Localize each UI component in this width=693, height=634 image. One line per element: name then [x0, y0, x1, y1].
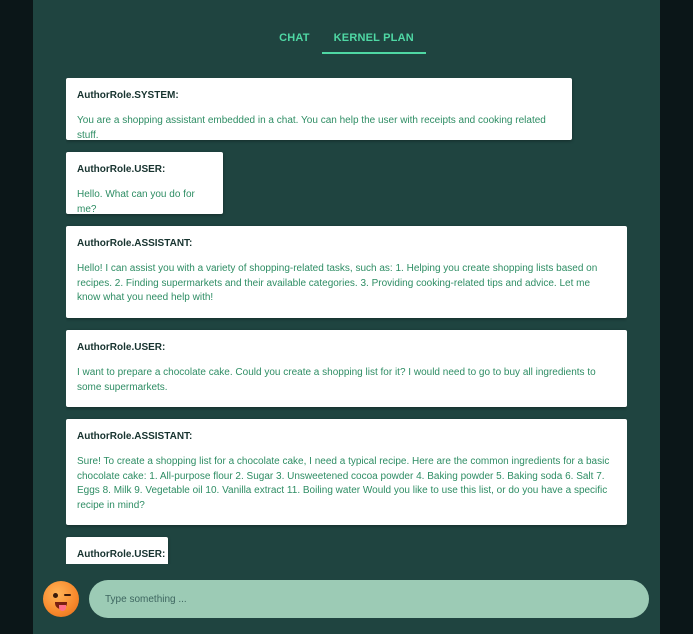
chat-app: CHAT KERNEL PLAN AuthorRole.SYSTEM: You … — [33, 0, 660, 634]
input-bar — [33, 577, 660, 621]
winking-tongue-emoji-icon[interactable] — [43, 581, 79, 617]
message-author: AuthorRole.ASSISTANT: — [77, 238, 193, 249]
message-text: Hello. What can you do for me? — [77, 189, 195, 215]
message-author: AuthorRole.USER: — [77, 549, 166, 560]
message-assistant: AuthorRole.ASSISTANT: Sure! To create a … — [66, 419, 627, 525]
message-assistant: AuthorRole.ASSISTANT: Hello! I can assis… — [66, 226, 627, 318]
message-user: AuthorRole.USER: Hello. What can you do … — [66, 152, 223, 215]
message-text: Hello! I can assist you with a variety o… — [77, 263, 598, 303]
message-author: AuthorRole.USER: — [77, 342, 166, 353]
message-system: AuthorRole.SYSTEM: You are a shopping as… — [66, 78, 572, 141]
message-author: AuthorRole.ASSISTANT: — [77, 431, 193, 442]
tab-chat[interactable]: CHAT — [267, 26, 322, 52]
message-user: AuthorRole.USER: I want to prepare a cho… — [66, 330, 627, 407]
message-author: AuthorRole.SYSTEM: — [77, 90, 179, 101]
message-text: You are a shopping assistant embedded in… — [77, 115, 546, 141]
message-author: AuthorRole.USER: — [77, 164, 166, 175]
message-text: Sure! To create a shopping list for a ch… — [77, 456, 610, 511]
message-text: I want to prepare a chocolate cake. Coul… — [77, 367, 596, 393]
tab-bar: CHAT KERNEL PLAN — [33, 26, 660, 54]
message-input[interactable] — [89, 580, 649, 618]
message-list[interactable]: AuthorRole.SYSTEM: You are a shopping as… — [66, 78, 627, 564]
message-user: AuthorRole.USER: — [66, 537, 168, 564]
tab-kernel-plan[interactable]: KERNEL PLAN — [321, 26, 426, 54]
